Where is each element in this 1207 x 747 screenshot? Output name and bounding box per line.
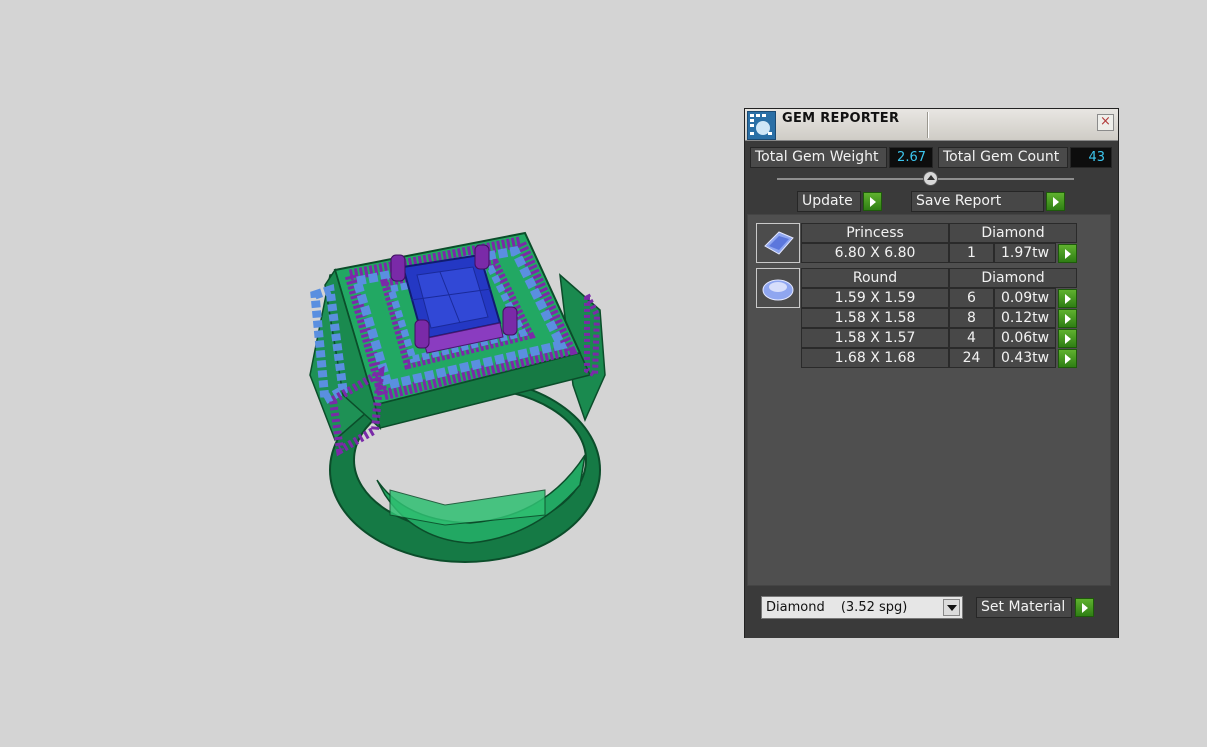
3d-viewport[interactable] xyxy=(0,0,740,747)
gem-weight: 0.43tw xyxy=(994,348,1056,368)
round-gem-icon[interactable] xyxy=(756,268,800,308)
panel-slider-handle[interactable] xyxy=(923,171,938,186)
update-button[interactable]: Update xyxy=(797,191,861,212)
row-go-icon[interactable] xyxy=(1058,289,1077,308)
row-go-icon[interactable] xyxy=(1058,309,1077,328)
set-material-go-icon[interactable] xyxy=(1075,598,1094,617)
gem-size: 1.59 X 1.59 xyxy=(801,288,949,308)
group-shape-label: Round xyxy=(801,268,949,288)
gem-count: 8 xyxy=(949,308,994,328)
panel-titlebar[interactable]: GEM REPORTER × xyxy=(745,109,1118,141)
total-gem-weight-value: 2.67 xyxy=(889,147,933,168)
gem-count: 1 xyxy=(949,243,994,263)
row-go-icon[interactable] xyxy=(1058,244,1077,263)
gem-size: 1.58 X 1.57 xyxy=(801,328,949,348)
chevron-down-icon[interactable] xyxy=(943,599,960,616)
set-material-button[interactable]: Set Material xyxy=(976,597,1072,618)
total-gem-weight-label: Total Gem Weight xyxy=(750,147,887,168)
gem-weight: 1.97tw xyxy=(994,243,1056,263)
group-material-label: Diamond xyxy=(949,223,1077,243)
gem-count: 6 xyxy=(949,288,994,308)
close-button[interactable]: × xyxy=(1097,114,1114,131)
gem-count: 4 xyxy=(949,328,994,348)
group-shape-label: Princess xyxy=(801,223,949,243)
group-material-label: Diamond xyxy=(949,268,1077,288)
total-gem-count-label: Total Gem Count xyxy=(938,147,1068,168)
material-select-spg: (3.52 spg) xyxy=(840,600,908,615)
gem-count: 24 xyxy=(949,348,994,368)
princess-gem-icon[interactable] xyxy=(756,223,800,263)
save-report-go-icon[interactable] xyxy=(1046,192,1065,211)
gem-reporter-app-icon xyxy=(747,111,776,140)
material-select-name: Diamond xyxy=(766,600,825,615)
title-separator xyxy=(927,112,929,138)
row-go-icon[interactable] xyxy=(1058,349,1077,368)
row-go-icon[interactable] xyxy=(1058,329,1077,348)
ring-model[interactable] xyxy=(295,225,635,570)
panel-title: GEM REPORTER xyxy=(782,111,900,126)
gem-weight: 0.09tw xyxy=(994,288,1056,308)
gem-size: 6.80 X 6.80 xyxy=(801,243,949,263)
gem-results-list: Princess Diamond 6.80 X 6.80 1 1.97tw Ro… xyxy=(747,214,1111,586)
total-gem-count-value: 43 xyxy=(1070,147,1112,168)
material-select[interactable]: Diamond (3.52 spg) xyxy=(761,596,963,619)
gem-reporter-panel: GEM REPORTER × Total Gem Weight 2.67 Tot… xyxy=(744,108,1119,638)
gem-weight: 0.12tw xyxy=(994,308,1056,328)
gem-size: 1.58 X 1.58 xyxy=(801,308,949,328)
gem-size: 1.68 X 1.68 xyxy=(801,348,949,368)
save-report-button[interactable]: Save Report xyxy=(911,191,1044,212)
update-go-icon[interactable] xyxy=(863,192,882,211)
gem-weight: 0.06tw xyxy=(994,328,1056,348)
